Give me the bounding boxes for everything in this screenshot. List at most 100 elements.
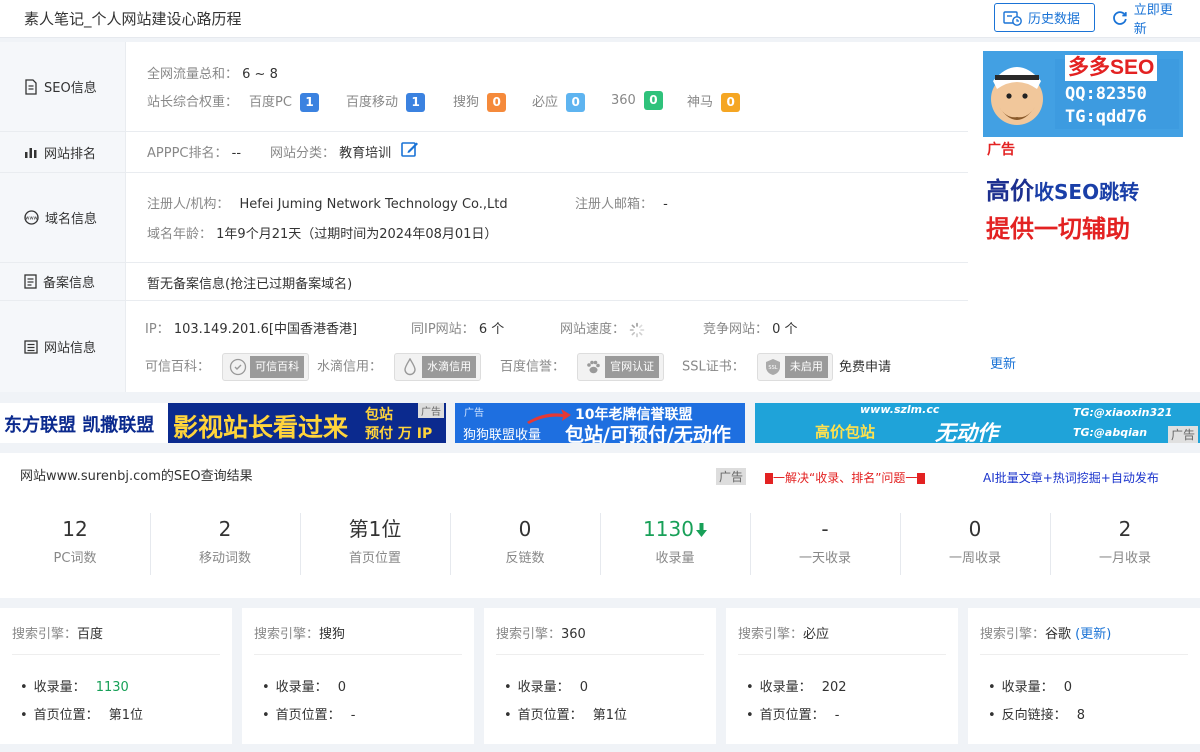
stat-label: 一周收录 <box>948 551 1001 566</box>
engine-home-position: 首页位置：- <box>262 704 356 723</box>
result-ad-tag: 广告 <box>716 468 747 485</box>
banner-ad-3[interactable]: www.szlm.cc 高价包站 无动作 TG:@xiaoxin321 TG:@… <box>755 403 1200 443</box>
ssl-line: SSL证书： SSL 未启用 免费申请 <box>682 353 891 381</box>
site-info-row: 网站信息 IP： 103.149.201.6[中国香港香港] 同IP网站： 6 … <box>0 301 1016 392</box>
icp-info-row: 备案信息 暂无备案信息(抢注已过期备案域名) <box>0 263 968 301</box>
weight-baidu-pc[interactable]: 百度PC 1 <box>249 91 320 112</box>
engine-card-360: 搜索引擎：360 收录量：0 首页位置：第1位 <box>484 608 716 744</box>
ssl-shield-icon: SSL <box>761 356 785 378</box>
history-data-label: 历史数据 <box>1028 12 1081 27</box>
weight-baidu-mobile[interactable]: 百度移动 1 <box>346 91 426 112</box>
stats-row: 12 PC词数 2 移动词数 第1位 首页位置 0 反链数 1130 收录量 - 一天收录 … <box>0 513 1200 575</box>
weight-line: 站长综合权重： <box>147 91 238 110</box>
weight-badge: 0 <box>566 93 586 112</box>
seo-info-label: SEO信息 <box>44 81 97 96</box>
domain-info-label: 域名信息 <box>45 212 98 227</box>
stat-label: 一月收录 <box>1098 551 1151 566</box>
history-icon <box>1003 10 1022 26</box>
kexin-chip[interactable]: 可信百科 <box>222 353 310 381</box>
side-ad[interactable]: 多多SEO QQ:82350 TG:qdd76 广告 高价收SEO跳转 提供一切… <box>983 51 1183 250</box>
engine-indexed: 收录量：0 <box>988 676 1072 695</box>
shuidi-key: 水滴信用： <box>317 359 383 375</box>
kexin-chip-label: 可信百科 <box>250 356 305 378</box>
engine-card-baidu: 搜索引擎：百度 收录量：1130 首页位置：第1位 <box>0 608 232 744</box>
apppc-value: -- <box>231 146 242 161</box>
result-ad-blue[interactable]: AI批量文章+热词挖掘+自动发布 <box>983 469 1159 486</box>
engine-home-position: 首页位置：- <box>746 704 840 723</box>
banner-ad-1[interactable]: 东方联盟 凯撒联盟 影视站长看过来 包站 预付 万 IP 广告 <box>0 403 446 443</box>
site-rank-label: 网站排名 <box>44 146 97 162</box>
shuidi-chip[interactable]: 水滴信用 <box>394 353 482 381</box>
ip-value: 103.149.201.6[中国香港香港] <box>173 322 358 337</box>
stat-month-indexed[interactable]: 2 一月收录 <box>1050 513 1200 575</box>
stat-pc-words[interactable]: 12 PC词数 <box>0 513 150 575</box>
weight-bing[interactable]: 必应 0 <box>532 91 586 112</box>
stat-value: 2 <box>1118 517 1132 541</box>
side-ad-line2: 高价收SEO跳转 <box>986 171 1139 206</box>
weight-badge: 0 <box>721 93 741 112</box>
engine-indexed-value: 0 <box>579 680 588 695</box>
ssl-apply-link[interactable]: 免费申请 <box>839 360 891 375</box>
baidu-credit-chip[interactable]: 官网认证 <box>577 353 665 381</box>
competitor-line[interactable]: 竞争网站： 0 个 <box>703 318 798 337</box>
engine-name: 360 <box>561 627 586 642</box>
weight-sogou[interactable]: 搜狗 0 <box>453 91 507 112</box>
apppc-line: APPPC排名： -- <box>147 142 241 161</box>
email-line: 注册人邮箱： - <box>575 193 668 212</box>
engine-name: 必应 <box>803 627 830 642</box>
site-info-label-cell: 网站信息 <box>0 301 126 392</box>
weight-name: 百度移动 <box>346 95 399 110</box>
banner3-tg1: TG:@xiaoxin321 <box>1073 406 1173 419</box>
engine-cards: 搜索引擎：百度 收录量：1130 首页位置：第1位 搜索引擎：搜狗 收录量：0 … <box>0 608 1200 744</box>
speed-key: 网站速度： <box>560 322 626 337</box>
google-refresh-link[interactable]: (更新) <box>1075 627 1111 642</box>
engine-card-bing: 搜索引擎：必应 收录量：202 首页位置：- <box>726 608 958 744</box>
banner1-right2: 预付 万 IP <box>365 426 433 442</box>
stat-backlinks[interactable]: 0 反链数 <box>450 513 600 575</box>
ip-line: IP： 103.149.201.6[中国香港香港] <box>145 318 357 337</box>
domain-age-line: 域名年龄： 1年9个月21天（过期时间为2024年08月01日） <box>147 223 497 242</box>
engine-backlinks: 反向链接：8 <box>988 704 1085 723</box>
ip-key: IP： <box>145 322 170 337</box>
bar-chart-icon <box>25 148 37 158</box>
icp-info-label-cell: 备案信息 <box>0 263 126 300</box>
stat-home-position[interactable]: 第1位 首页位置 <box>300 513 450 575</box>
email-value: - <box>663 197 668 212</box>
result-ad-red[interactable]: 一解决“收录、排名”问题一 <box>765 469 926 486</box>
banner1-ad-tag: 广告 <box>418 403 444 418</box>
banner-ads: 东方联盟 凯撒联盟 影视站长看过来 包站 预付 万 IP 广告 广告 10年老牌… <box>0 403 1200 443</box>
edit-icon[interactable] <box>400 139 420 159</box>
banner-ad-2[interactable]: 广告 10年老牌信誉联盟 狗狗联盟收量 包站/可预付/无动作 <box>455 403 745 443</box>
domain-info-label-cell: www 域名信息 <box>0 173 126 262</box>
engine-card-title: 搜索引擎：搜狗 <box>254 623 462 655</box>
registrant-key: 注册人/机构： <box>147 197 230 212</box>
engine-indexed-value[interactable]: 1130 <box>96 680 129 695</box>
globe-www-icon: www <box>24 210 39 225</box>
site-rank-label-cell: 网站排名 <box>0 132 126 172</box>
side-ad-tg: TG:qdd76 <box>1065 107 1147 127</box>
speed-line: 网站速度： <box>560 318 645 338</box>
same-ip-line[interactable]: 同IP网站： 6 个 <box>411 318 504 337</box>
stat-week-indexed[interactable]: 0 一周收录 <box>900 513 1050 575</box>
shuidi-chip-label: 水滴信用 <box>422 356 477 378</box>
competitor-key: 竞争网站： <box>703 322 769 337</box>
site-refresh-link[interactable]: 更新 <box>990 353 1016 372</box>
engine-name: 百度 <box>77 627 104 642</box>
ssl-chip[interactable]: SSL 未启用 <box>756 353 833 381</box>
stat-mobile-words[interactable]: 2 移动词数 <box>150 513 300 575</box>
history-data-button[interactable]: 历史数据 <box>994 3 1095 32</box>
stat-indexed[interactable]: 1130 收录量 <box>600 513 750 575</box>
same-ip-key: 同IP网站： <box>411 322 475 337</box>
site-info-label: 网站信息 <box>44 341 97 356</box>
icp-text: 暂无备案信息(抢注已过期备案域名) <box>147 277 353 292</box>
traffic-key: 全网流量总和： <box>147 67 239 82</box>
engine-card-google: 搜索引擎：谷歌 (更新) 收录量：0 反向链接：8 <box>968 608 1200 744</box>
baidu-credit-key: 百度信誉： <box>500 359 566 375</box>
document-icon <box>25 78 37 95</box>
stat-day-indexed[interactable]: - 一天收录 <box>750 513 900 575</box>
weight-360[interactable]: 360 0 <box>611 91 663 110</box>
weight-shenma[interactable]: 神马 0 <box>687 91 741 112</box>
update-now-button[interactable]: 立即更新 <box>1103 3 1193 37</box>
weight-key: 站长综合权重： <box>147 95 239 110</box>
kexin-key: 可信百科： <box>145 359 211 375</box>
